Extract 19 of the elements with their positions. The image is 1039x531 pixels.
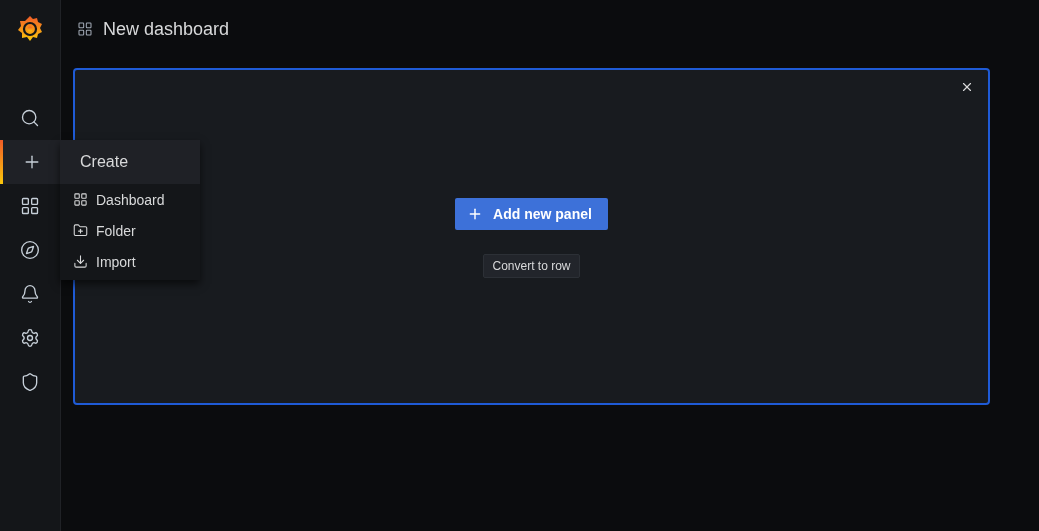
search-icon: [20, 108, 40, 128]
folder-icon: [73, 223, 88, 238]
convert-button[interactable]: Convert to row: [483, 254, 580, 278]
grid-icon: [73, 192, 88, 207]
menu-item[interactable]: Folder: [60, 215, 200, 246]
sidebar-item[interactable]: [0, 140, 60, 184]
menu-title[interactable]: Create: [60, 140, 200, 184]
dashboard-title: New dashboard: [103, 18, 230, 40]
grid-icon: [77, 21, 93, 37]
bell-icon: [20, 284, 40, 304]
download-icon: [73, 254, 88, 269]
menu-item[interactable]: Dashboard: [60, 184, 200, 215]
add-panel-button[interactable]: Add new panel: [455, 198, 608, 230]
shield-icon: [20, 372, 40, 392]
grid-icon: [20, 196, 40, 216]
compass-icon: [20, 240, 40, 260]
close-icon: [960, 80, 974, 94]
menu-item[interactable]: Import: [60, 246, 200, 277]
settings-icon: [20, 328, 40, 348]
